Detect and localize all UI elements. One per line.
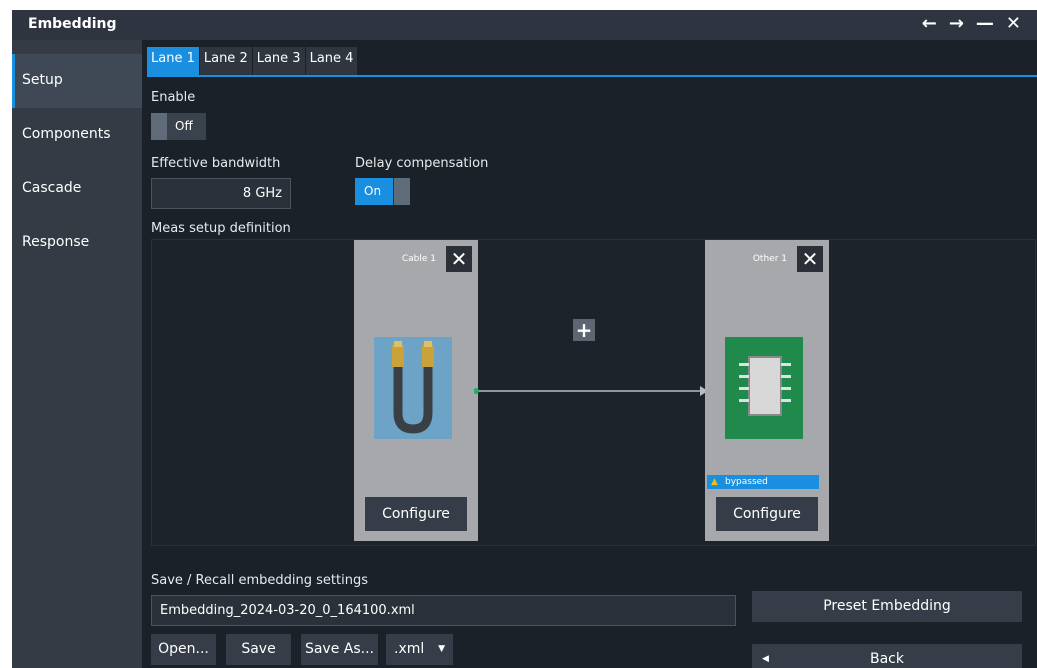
sidebar-item-setup[interactable]: Setup xyxy=(12,54,142,108)
component-card-other[interactable]: Other 1 ✕ ▲ bypassed Configure xyxy=(705,240,829,541)
save-recall-label: Save / Recall embedding settings xyxy=(151,573,368,588)
delay-toggle-state: On xyxy=(364,184,382,198)
toggle-knob xyxy=(394,178,410,205)
tab-lane-4[interactable]: Lane 4 xyxy=(305,47,358,75)
meas-setup-label: Meas setup definition xyxy=(151,221,291,236)
tab-underline xyxy=(147,75,1037,77)
warning-icon: ▲ xyxy=(711,477,718,487)
open-button[interactable]: Open... xyxy=(151,634,216,665)
chip-icon xyxy=(725,337,803,439)
remove-component-icon[interactable]: ✕ xyxy=(797,246,823,272)
chevron-down-icon: ▼ xyxy=(438,644,445,654)
bandwidth-field[interactable]: 8 GHz xyxy=(151,178,291,209)
toggle-knob xyxy=(151,113,167,140)
enable-toggle[interactable]: Off xyxy=(151,113,206,140)
back-triangle-icon: ◀ xyxy=(762,654,769,664)
remove-component-icon[interactable]: ✕ xyxy=(446,246,472,272)
enable-label: Enable xyxy=(151,90,196,105)
sidebar-item-components[interactable]: Components xyxy=(12,108,142,162)
extension-select[interactable]: .xml ▼ xyxy=(386,634,453,665)
back-button[interactable]: ◀ Back xyxy=(752,644,1022,668)
tab-lane-1[interactable]: Lane 1 xyxy=(147,47,199,75)
enable-toggle-state: Off xyxy=(175,119,193,133)
bypassed-label: bypassed xyxy=(725,477,768,487)
component-card-cable[interactable]: Cable 1 ✕ Configure xyxy=(354,240,478,541)
preset-embedding-button[interactable]: Preset Embedding xyxy=(752,591,1022,622)
tab-lane-2[interactable]: Lane 2 xyxy=(199,47,252,75)
back-label: Back xyxy=(870,651,904,667)
sidebar-item-response[interactable]: Response xyxy=(12,216,142,270)
save-button[interactable]: Save xyxy=(226,634,291,665)
embedding-dialog: Embedding ← → — ✕ Setup Components Casca… xyxy=(12,10,1037,668)
configure-button[interactable]: Configure xyxy=(365,497,467,531)
delay-compensation-label: Delay compensation xyxy=(355,156,489,171)
tab-lane-3[interactable]: Lane 3 xyxy=(252,47,305,75)
cable-icon xyxy=(374,337,452,439)
configure-button[interactable]: Configure xyxy=(716,497,818,531)
component-name: Other 1 xyxy=(752,254,787,264)
bypassed-badge: ▲ bypassed xyxy=(707,475,819,489)
back-arrow-icon[interactable]: ← xyxy=(922,13,937,34)
delay-compensation-toggle[interactable]: On xyxy=(355,178,410,205)
meas-setup-canvas: Cable 1 ✕ Configure + Other 1 ✕ ▲ bypass… xyxy=(151,239,1036,546)
sidebar-item-cascade[interactable]: Cascade xyxy=(12,162,142,216)
save-as-button[interactable]: Save As... xyxy=(301,634,378,665)
lane-tabs: Lane 1 Lane 2 Lane 3 Lane 4 xyxy=(147,47,358,75)
dialog-title: Embedding xyxy=(28,16,117,32)
main-panel: Lane 1 Lane 2 Lane 3 Lane 4 Enable Off E… xyxy=(142,40,1037,668)
minimize-icon[interactable]: — xyxy=(976,13,994,34)
connection-line xyxy=(474,386,708,396)
close-icon[interactable]: ✕ xyxy=(1006,13,1021,34)
filename-field[interactable]: Embedding_2024-03-20_0_164100.xml xyxy=(151,595,736,626)
forward-arrow-icon[interactable]: → xyxy=(949,13,964,34)
bandwidth-label: Effective bandwidth xyxy=(151,156,281,171)
extension-value: .xml xyxy=(394,641,425,657)
component-name: Cable 1 xyxy=(401,254,436,264)
sidebar: Setup Components Cascade Response xyxy=(12,40,142,668)
add-component-icon[interactable]: + xyxy=(573,319,595,341)
titlebar: Embedding ← → — ✕ xyxy=(12,10,1037,40)
